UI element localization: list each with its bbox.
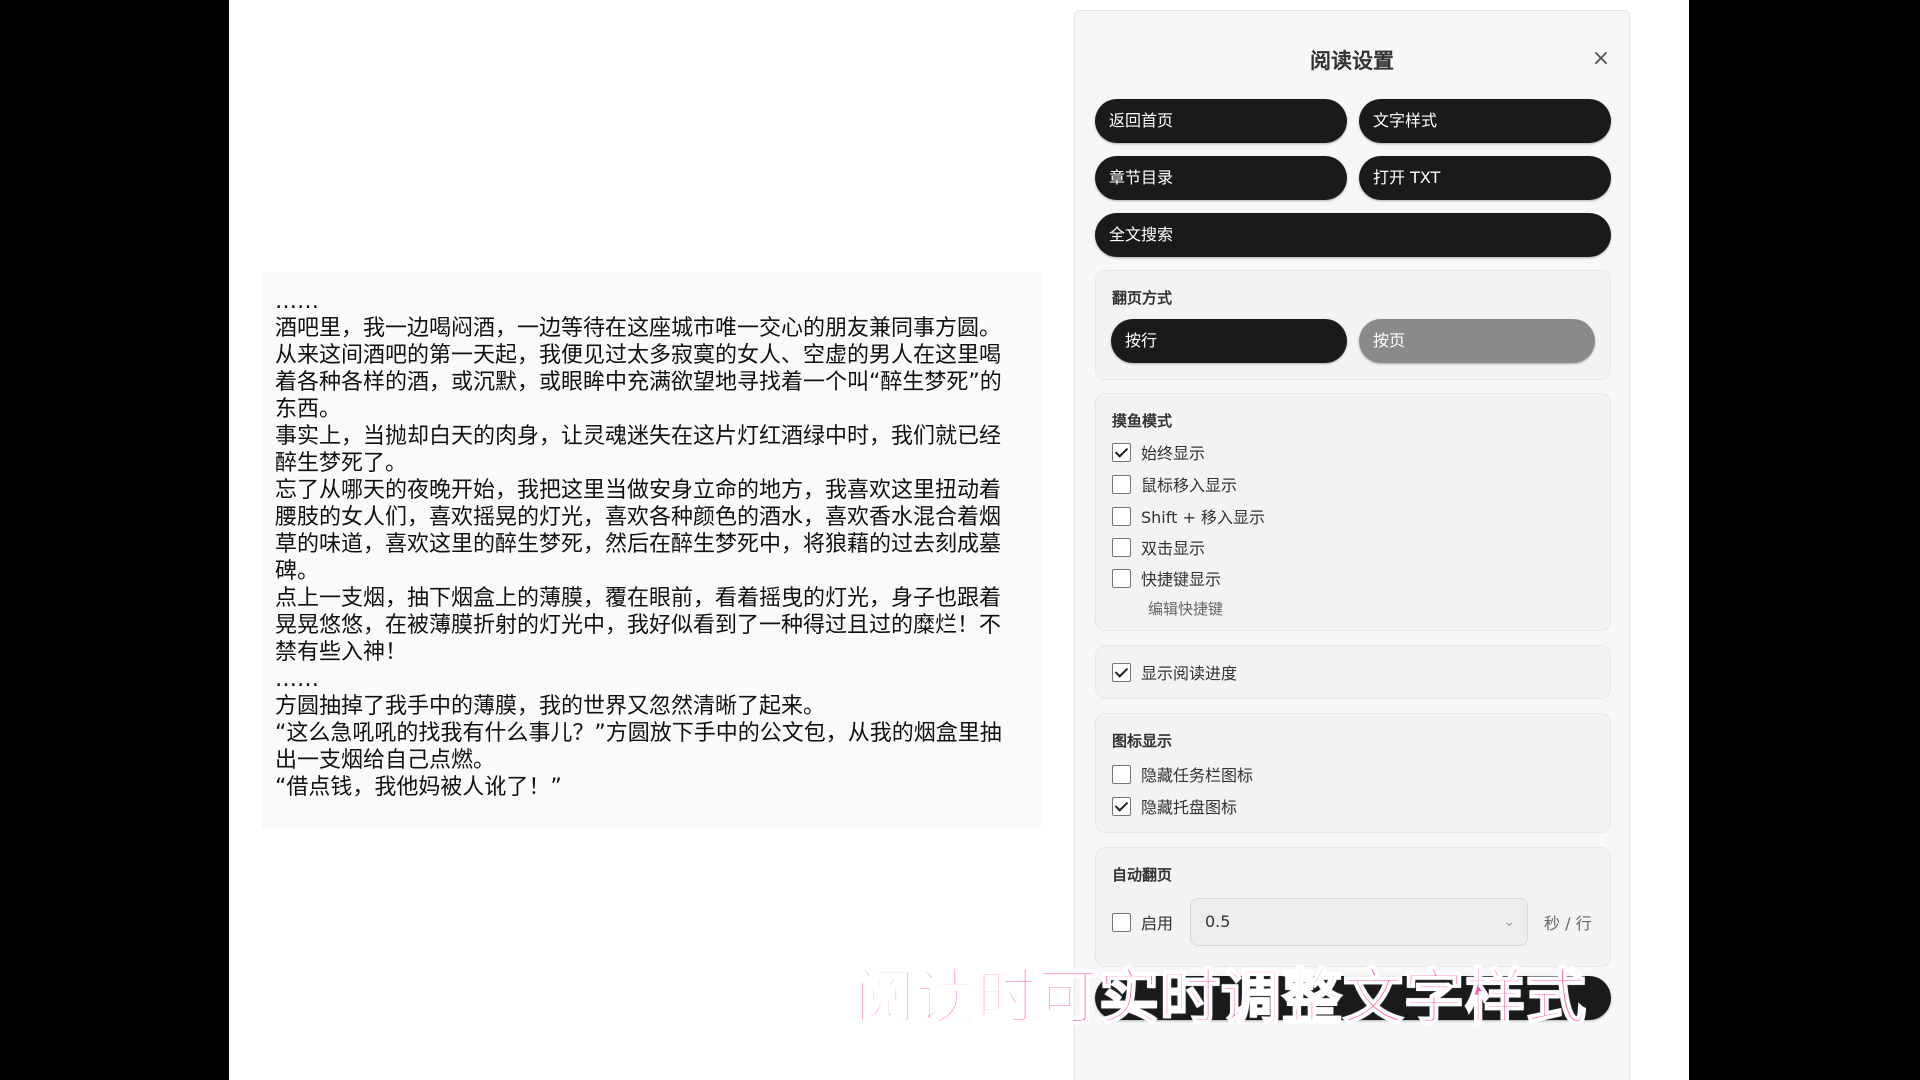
home-button[interactable]: 返回首页 xyxy=(1095,99,1347,143)
auto-page-interval-select[interactable]: 0.5 ⌄ xyxy=(1190,898,1528,946)
paragraph: 忘了从哪天的夜晚开始，我把这里当做安身立命的地方，我喜欢这里扭动着腰肢的女人们，… xyxy=(275,478,1002,584)
auto-page-section: 自动翻页 启用 0.5 ⌄ 秒 / 行 xyxy=(1095,847,1611,967)
paragraph: 方圆抽掉了我手中的薄膜，我的世界又忽然清晰了起来。 xyxy=(275,694,826,719)
checkbox[interactable] xyxy=(1112,662,1131,682)
edit-shortcut-link[interactable]: 编辑快捷键 xyxy=(1148,598,1223,619)
text-style-button[interactable]: 文字样式 xyxy=(1359,99,1611,143)
option-hide-tray-icon[interactable]: 隐藏托盘图标 xyxy=(1112,794,1237,818)
checkbox[interactable] xyxy=(1112,474,1131,494)
option-shift-hover-show[interactable]: Shift + 移入显示 xyxy=(1112,504,1265,528)
open-txt-button[interactable]: 打开 TXT xyxy=(1359,156,1611,200)
paragraph: “这么急吼吼的找我有什么事儿？”方圆放下手中的公文包，从我的烟盒里抽出一支烟给自… xyxy=(275,721,1002,773)
option-hide-taskbar-icon[interactable]: 隐藏任务栏图标 xyxy=(1112,762,1253,786)
option-always-show[interactable]: 始终显示 xyxy=(1112,440,1205,464)
option-show-progress[interactable]: 显示阅读进度 xyxy=(1112,660,1237,684)
toc-button[interactable]: 章节目录 xyxy=(1095,156,1347,200)
paragraph: 酒吧里，我一边喝闷酒，一边等待在这座城市唯一交心的朋友兼同事方圆。 xyxy=(275,316,1002,341)
page-mode-section: 翻页方式 按行 按页 xyxy=(1095,270,1611,380)
checkbox[interactable] xyxy=(1112,796,1131,816)
option-auto-page-enable[interactable]: 启用 xyxy=(1112,910,1173,934)
section-title: 翻页方式 xyxy=(1112,289,1173,307)
select-value: 0.5 xyxy=(1205,912,1231,931)
paragraph: …… xyxy=(275,289,319,314)
option-shortcut-show[interactable]: 快捷键显示 xyxy=(1112,566,1221,590)
panel-title: 阅读设置 xyxy=(1310,49,1394,73)
progress-section: 显示阅读进度 xyxy=(1095,645,1611,699)
checkbox[interactable] xyxy=(1112,912,1131,932)
page-by-page-button[interactable]: 按页 xyxy=(1359,319,1595,363)
section-title: 摸鱼模式 xyxy=(1112,412,1173,430)
section-title: 自动翻页 xyxy=(1112,866,1173,884)
option-double-click-show[interactable]: 双击显示 xyxy=(1112,535,1205,559)
chevron-down-icon: ⌄ xyxy=(1503,914,1515,930)
close-icon[interactable]: × xyxy=(1589,47,1613,71)
paragraph: 点上一支烟，抽下烟盒上的薄膜，覆在眼前，看着摇曳的灯光，身子也跟着晃晃悠悠，在被… xyxy=(275,586,1002,665)
full-text-search-button[interactable]: 全文搜索 xyxy=(1095,213,1611,257)
video-caption: 阅读时可实时调整文字样式 xyxy=(854,962,1587,1034)
checkbox[interactable] xyxy=(1112,764,1131,784)
checkbox[interactable] xyxy=(1112,568,1131,588)
paragraph: 从来这间酒吧的第一天起，我便见过太多寂寞的女人、空虚的男人在这里喝着各种各样的酒… xyxy=(275,343,1002,422)
checkbox[interactable] xyxy=(1112,506,1131,526)
interval-unit: 秒 / 行 xyxy=(1544,914,1592,933)
paragraph: 事实上，当抛却白天的肉身，让灵魂迷失在这片灯红酒绿中时，我们就已经醉生梦死了。 xyxy=(275,424,1002,476)
reading-settings-panel: 阅读设置 × 返回首页 文字样式 章节目录 打开 TXT 全文搜索 翻页方式 按… xyxy=(1074,10,1630,1080)
icon-display-section: 图标显示 隐藏任务栏图标 隐藏托盘图标 xyxy=(1095,713,1611,833)
paragraph: “借点钱，我他妈被人讹了！” xyxy=(275,775,562,800)
option-hover-show[interactable]: 鼠标移入显示 xyxy=(1112,472,1237,496)
reading-text-area[interactable]: …… 酒吧里，我一边喝闷酒，一边等待在这座城市唯一交心的朋友兼同事方圆。 从来这… xyxy=(261,272,1041,828)
checkbox[interactable] xyxy=(1112,537,1131,557)
app-screen: …… 酒吧里，我一边喝闷酒，一边等待在这座城市唯一交心的朋友兼同事方圆。 从来这… xyxy=(229,0,1689,1080)
page-by-line-button[interactable]: 按行 xyxy=(1111,319,1347,363)
paragraph: …… xyxy=(275,667,319,692)
checkbox[interactable] xyxy=(1112,442,1131,462)
section-title: 图标显示 xyxy=(1112,732,1173,750)
boss-mode-section: 摸鱼模式 始终显示 鼠标移入显示 Shift + 移入显示 双击显示 快捷键显示 xyxy=(1095,393,1611,631)
